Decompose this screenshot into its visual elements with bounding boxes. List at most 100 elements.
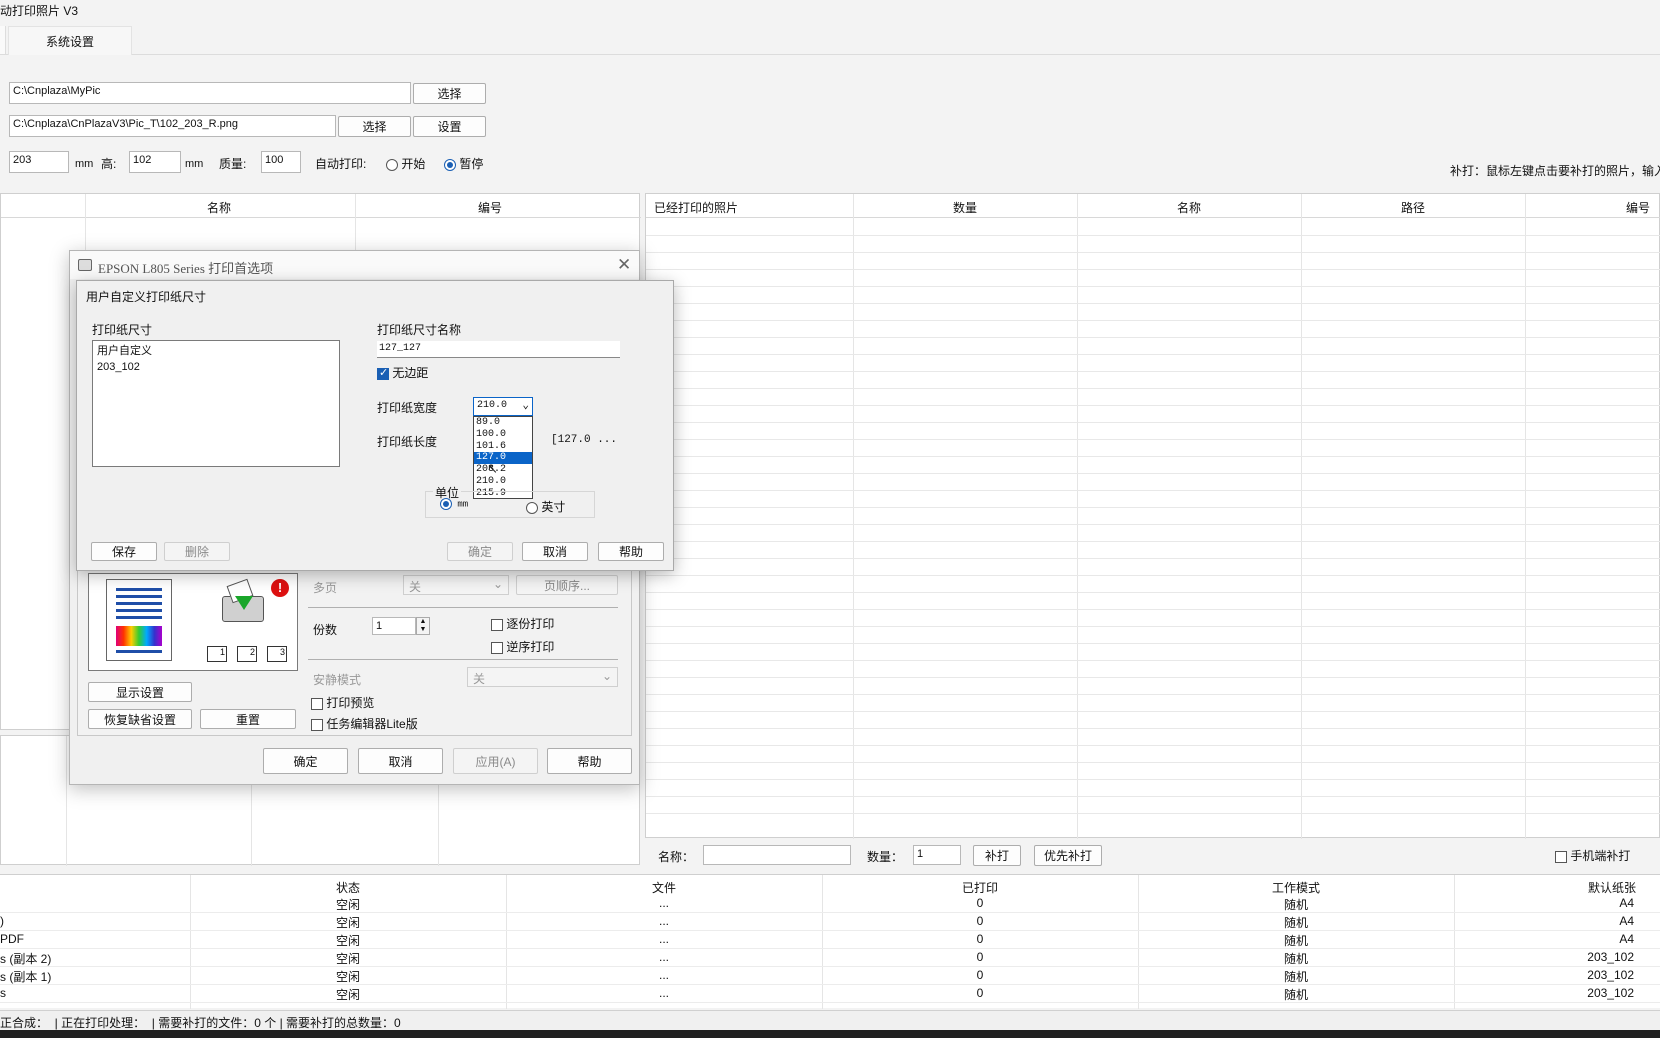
select-folder-button[interactable]: 选择 (413, 83, 486, 104)
width-input[interactable]: 203 (9, 151, 69, 173)
table-row[interactable] (646, 524, 1660, 525)
pic-folder-input[interactable]: C:\Cnplaza\MyPic (9, 82, 411, 104)
epson-help-button[interactable]: 帮助 (547, 748, 632, 774)
table-row[interactable] (646, 796, 1660, 797)
printer-row[interactable]: ) 空闲... 0 随机 A4 (0, 913, 1660, 931)
table-row[interactable] (646, 320, 1660, 321)
table-row[interactable] (646, 694, 1660, 695)
autoprint-pause-radio[interactable]: 暂停 (444, 155, 483, 172)
table-row[interactable] (646, 745, 1660, 746)
table-row[interactable] (646, 711, 1660, 712)
restore-defaults-button[interactable]: 恢复缺省设置 (88, 709, 192, 729)
paper-width-dropdown[interactable]: 89.0 100.0 101.6 127.0 203.2 210.0 215.9 (473, 416, 533, 499)
height-input[interactable]: 102 (129, 151, 181, 173)
table-row[interactable] (646, 728, 1660, 729)
table-row[interactable] (646, 371, 1660, 372)
printer-row[interactable]: 空闲... 0 随机 A4 (0, 895, 1660, 913)
lite-editor-checkbox[interactable]: 任务编辑器Lite版 (311, 715, 418, 732)
borderless-checkbox[interactable]: 无边距 (377, 364, 428, 381)
table-row[interactable] (646, 558, 1660, 559)
table-row[interactable] (646, 269, 1660, 270)
dropdown-option[interactable]: 101.6 (474, 441, 532, 453)
quiet-mode-select[interactable]: 关 ⌄ (467, 667, 618, 687)
table-row[interactable] (646, 405, 1660, 406)
table-row[interactable] (646, 779, 1660, 780)
height-label: 高: (101, 157, 117, 171)
unit-inch-radio[interactable]: 英寸 (526, 498, 565, 515)
table-row[interactable] (646, 286, 1660, 287)
printer-row[interactable]: s (副本 2) 空闲... 0 随机 203_102 (0, 949, 1660, 967)
table-row[interactable] (646, 303, 1660, 304)
pause-label: 暂停 (459, 157, 484, 171)
printer-paper: 203_102 (1587, 950, 1634, 964)
dropdown-option[interactable]: 210.0 (474, 476, 532, 488)
reset-button[interactable]: 重置 (200, 709, 296, 729)
print-preview-checkbox[interactable]: 打印预览 (311, 694, 374, 711)
copies-input[interactable]: 1 (372, 617, 416, 635)
table-row[interactable] (646, 660, 1660, 661)
close-icon[interactable]: ✕ (617, 255, 631, 275)
page-order-button[interactable]: 页顺序... (516, 575, 618, 595)
list-item[interactable]: 203_102 (97, 359, 335, 375)
table-row[interactable] (646, 439, 1660, 440)
tab-previous[interactable] (0, 26, 6, 54)
quality-input[interactable]: 100 (261, 151, 301, 173)
printer-row[interactable]: s (副本 1) 空闲... 0 随机 203_102 (0, 967, 1660, 985)
table-row[interactable] (646, 473, 1660, 474)
size-name-input[interactable]: 127_127 (377, 341, 620, 358)
reprint-button[interactable]: 补打 (973, 845, 1021, 866)
table-row[interactable] (646, 337, 1660, 338)
template-settings-button[interactable]: 设置 (413, 116, 486, 137)
autoprint-start-radio[interactable]: 开始 (386, 155, 425, 172)
table-row[interactable] (646, 388, 1660, 389)
table-row[interactable] (646, 626, 1660, 627)
save-button[interactable]: 保存 (91, 542, 157, 561)
dropdown-option[interactable]: 89.0 (474, 417, 532, 429)
table-row[interactable] (646, 422, 1660, 423)
select-template-button[interactable]: 选择 (338, 116, 411, 137)
multipage-select[interactable]: 关 ⌄ (403, 575, 509, 595)
list-item[interactable]: 用户自定义 (97, 343, 335, 359)
reprint-count-input[interactable]: 1 (913, 845, 961, 865)
reverse-checkbox[interactable]: 逆序打印 (491, 638, 554, 655)
printer-row[interactable]: PDF 空闲... 0 随机 A4 (0, 931, 1660, 949)
table-row[interactable] (646, 354, 1660, 355)
unit-mm-radio[interactable]: mm (440, 498, 468, 510)
show-settings-button[interactable]: 显示设置 (88, 682, 192, 702)
table-row[interactable] (646, 762, 1660, 763)
paper-width-select[interactable]: 210.0 ⌄ (473, 397, 533, 416)
table-row[interactable] (646, 456, 1660, 457)
table-row[interactable] (646, 677, 1660, 678)
custom-help-button[interactable]: 帮助 (598, 542, 664, 561)
epson-apply-button[interactable]: 应用(A) (453, 748, 538, 774)
table-row[interactable] (646, 575, 1660, 576)
custom-cancel-button[interactable]: 取消 (522, 542, 588, 561)
table-row[interactable] (646, 252, 1660, 253)
table-row[interactable] (646, 609, 1660, 610)
table-row[interactable] (646, 813, 1660, 814)
copies-spinner[interactable]: ▲ ▼ (416, 617, 430, 635)
custom-ok-button[interactable]: 确定 (447, 542, 513, 561)
priority-reprint-button[interactable]: 优先补打 (1034, 845, 1102, 866)
dropdown-option[interactable]: 127.0 (474, 452, 532, 465)
template-file-input[interactable]: C:\Cnplaza\CnPlazaV3\Pic_T\102_203_R.png (9, 115, 336, 137)
reprint-name-input[interactable] (703, 845, 851, 865)
printer-file: ... (658, 950, 669, 964)
dropdown-option[interactable]: 203.2 (474, 464, 532, 476)
printer-row[interactable]: s 空闲... 0 随机 203_102 (0, 985, 1660, 1003)
epson-cancel-button[interactable]: 取消 (358, 748, 443, 774)
table-row[interactable] (646, 541, 1660, 542)
collate-checkbox[interactable]: 逐份打印 (491, 615, 554, 632)
table-row[interactable] (646, 643, 1660, 644)
dropdown-option[interactable]: 100.0 (474, 429, 532, 441)
table-row[interactable] (646, 592, 1660, 593)
table-row[interactable] (646, 235, 1660, 236)
tab-system-settings[interactable]: 系统设置 (8, 26, 132, 55)
delete-button[interactable]: 删除 (164, 542, 230, 561)
printer-file: ... (658, 932, 669, 946)
mobile-reprint-checkbox[interactable]: 手机端补打 (1555, 847, 1630, 864)
table-row[interactable] (646, 490, 1660, 491)
table-row[interactable] (646, 507, 1660, 508)
epson-ok-button[interactable]: 确定 (263, 748, 348, 774)
paper-size-list[interactable]: 用户自定义 203_102 (92, 340, 340, 467)
